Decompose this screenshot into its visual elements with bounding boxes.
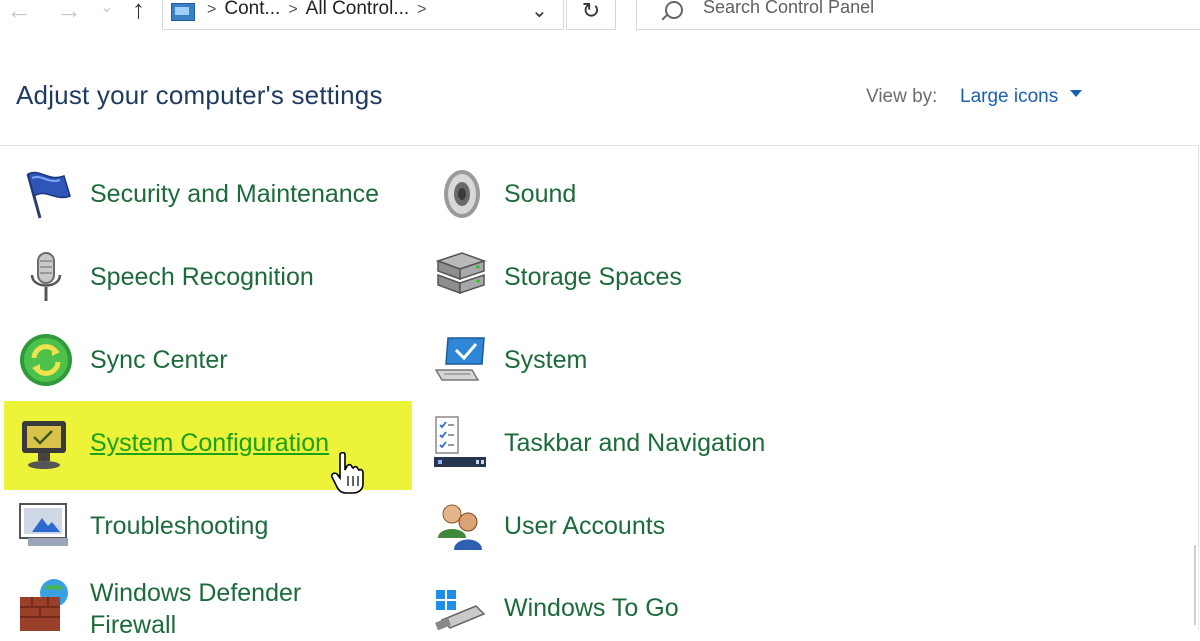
item-sound[interactable]: Sound — [432, 166, 732, 226]
item-label[interactable]: Sync Center — [90, 346, 228, 375]
breadcrumb-separator-icon[interactable]: > — [417, 1, 426, 18]
item-label[interactable]: Windows Defender Firewall — [90, 577, 390, 641]
monitor-config-icon — [22, 421, 66, 469]
item-label[interactable]: System — [504, 346, 587, 375]
scrollbar[interactable] — [1194, 545, 1196, 625]
item-label[interactable]: Troubleshooting — [90, 512, 268, 541]
page-title: Adjust your computer's settings — [16, 80, 383, 110]
users-icon — [438, 504, 482, 550]
search-input[interactable] — [703, 0, 1183, 18]
breadcrumb-separator-icon: > — [288, 1, 298, 18]
item-speech-recognition[interactable]: Speech Recognition — [18, 249, 408, 309]
storage-icon — [435, 252, 487, 295]
item-label[interactable]: User Accounts — [504, 512, 665, 541]
search-box[interactable] — [636, 0, 1200, 30]
item-security-and-maintenance[interactable]: Security and Maintenance — [18, 166, 408, 226]
search-icon — [665, 1, 683, 19]
breadcrumb: > Cont... > All Control... > — [199, 0, 435, 20]
item-label[interactable]: Taskbar and Navigation — [504, 429, 765, 458]
item-system[interactable]: System — [432, 332, 732, 392]
address-toolbar: ← → ⌄ ↑ > Cont... > All Control... > ⌄ ↻ — [0, 0, 1200, 40]
control-panel-icon — [171, 3, 195, 21]
view-by-dropdown[interactable]: Large icons — [960, 86, 1058, 108]
breadcrumb-item[interactable]: Cont... — [224, 0, 280, 19]
item-troubleshooting[interactable]: Troubleshooting — [18, 498, 408, 558]
breadcrumb-item[interactable]: All Control... — [306, 0, 409, 19]
taskbar-icon — [434, 416, 486, 467]
item-windows-defender-firewall[interactable]: Windows Defender Firewall — [18, 575, 408, 639]
item-windows-to-go[interactable]: Windows To Go — [432, 580, 732, 640]
item-label[interactable]: Speech Recognition — [90, 263, 314, 292]
item-label[interactable]: Security and Maintenance — [90, 180, 379, 209]
computer-icon — [434, 337, 485, 381]
view-by-label: View by: — [866, 86, 938, 107]
speaker-icon — [444, 170, 480, 218]
item-label[interactable]: Sound — [504, 180, 576, 209]
item-sync-center[interactable]: Sync Center — [18, 332, 408, 392]
arrow-left-icon[interactable]: ← — [6, 0, 32, 26]
chevron-down-icon[interactable]: ⌄ — [531, 0, 548, 29]
hand-cursor-icon — [331, 452, 364, 494]
item-label[interactable]: Storage Spaces — [504, 263, 682, 292]
refresh-icon: ↻ — [581, 0, 601, 23]
firewall-icon — [20, 579, 68, 631]
refresh-button[interactable]: ↻ — [566, 0, 616, 30]
item-label[interactable]: Windows To Go — [504, 594, 679, 623]
item-user-accounts[interactable]: User Accounts — [432, 498, 732, 558]
breadcrumb-separator-icon: > — [207, 1, 217, 18]
item-storage-spaces[interactable]: Storage Spaces — [432, 249, 732, 309]
troubleshoot-icon — [19, 503, 68, 546]
item-taskbar-and-navigation[interactable]: Taskbar and Navigation — [432, 415, 792, 475]
microphone-icon — [30, 252, 62, 301]
item-label[interactable]: System Configuration — [90, 429, 329, 458]
caret-down-icon[interactable] — [1070, 90, 1082, 97]
arrow-up-icon[interactable]: ↑ — [132, 0, 145, 25]
sync-icon — [20, 334, 72, 386]
flag-icon — [26, 171, 71, 219]
address-bar[interactable]: > Cont... > All Control... > ⌄ — [162, 0, 564, 30]
chevron-down-icon[interactable]: ⌄ — [100, 0, 113, 24]
arrow-right-icon[interactable]: → — [56, 0, 82, 26]
